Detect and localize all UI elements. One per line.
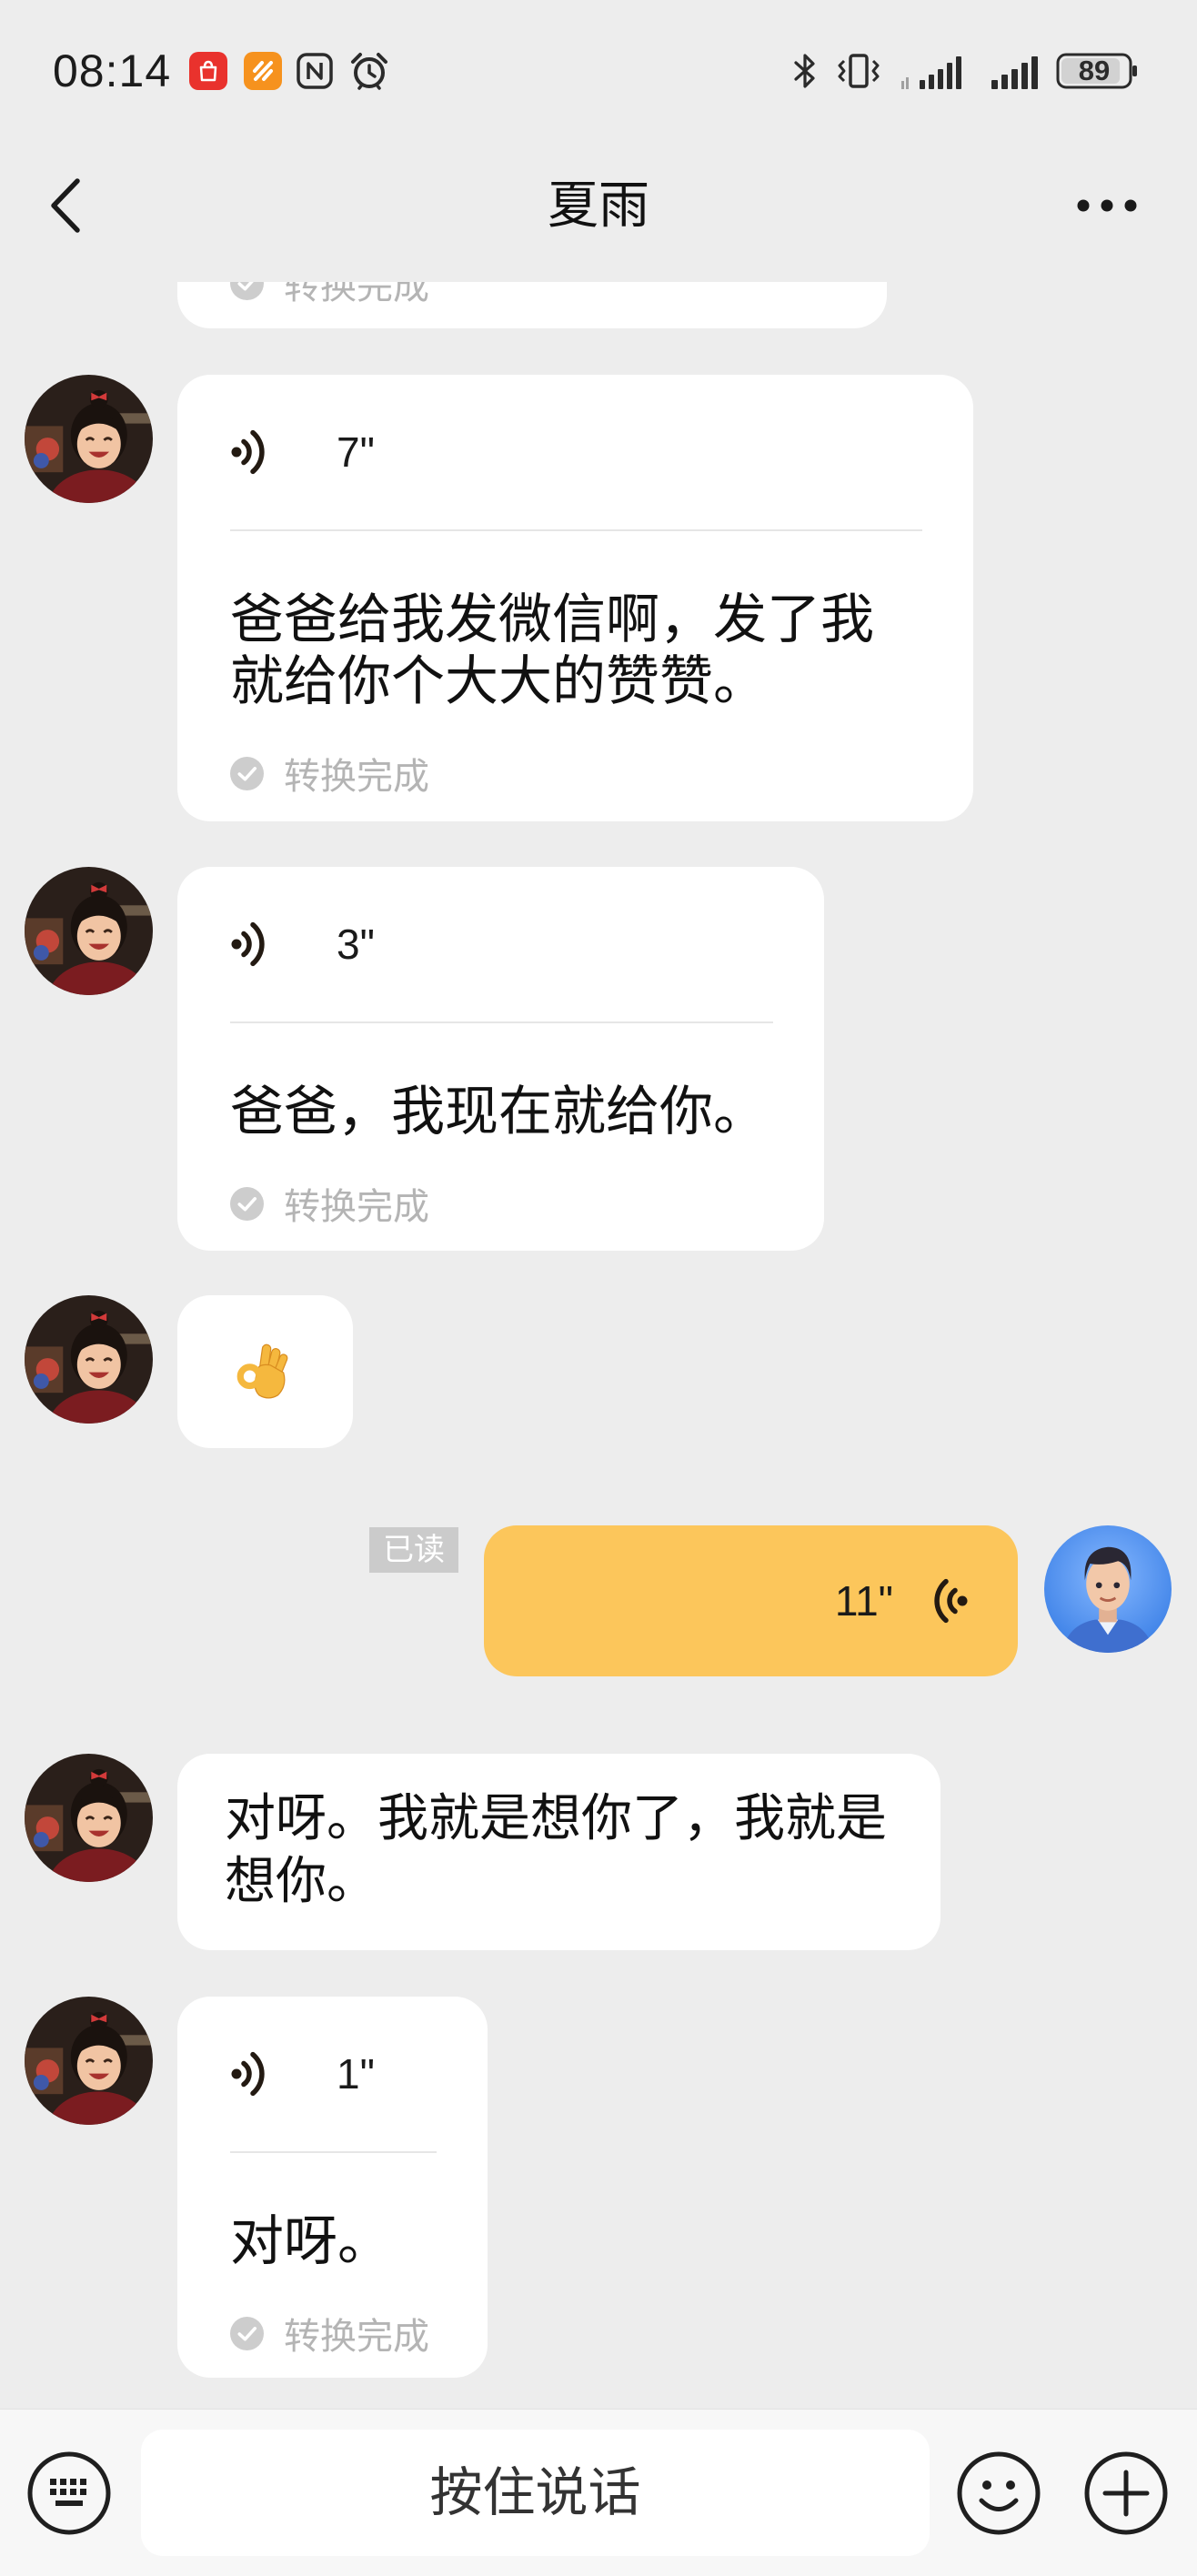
- voice-player[interactable]: 1": [230, 1997, 437, 2151]
- voice-transcript: 爸爸，我现在就给你。: [230, 1081, 773, 1142]
- chat-title: 夏雨: [548, 176, 649, 234]
- voice-duration: 7": [337, 428, 375, 476]
- status-time: 08:14: [53, 45, 172, 96]
- contact-avatar-image: [25, 1754, 153, 1882]
- battery-percent: 89: [1078, 55, 1111, 86]
- transcription-status-label: 转换完成: [284, 2317, 429, 2357]
- emoji-message-bubble[interactable]: [177, 1295, 353, 1448]
- divider: [230, 2151, 437, 2153]
- vibrate-icon: [838, 54, 880, 88]
- voice-transcript: 对呀。: [230, 2210, 437, 2272]
- alarm-icon: [351, 53, 387, 90]
- transcript-line: 对呀。: [230, 2211, 392, 2271]
- contact-avatar-image: [25, 867, 153, 995]
- more-button[interactable]: [1061, 151, 1152, 260]
- ok-hand-icon: [236, 1343, 288, 1399]
- smiley-icon: [957, 2451, 1041, 2535]
- voice-duration: 3": [337, 921, 375, 968]
- chevron-left-icon: [51, 178, 80, 233]
- transcript-line: 爸爸给我发微信啊，发了我: [230, 589, 875, 649]
- check-circle-icon: [230, 2317, 264, 2350]
- keyboard-toggle-button[interactable]: [26, 2450, 112, 2536]
- voice-message-bubble[interactable]: 1" 对呀。 转换完成: [177, 1997, 488, 2378]
- message-line: 想你。: [225, 1852, 377, 1909]
- transcription-status-label: 转换完成: [284, 1187, 429, 1227]
- voice-wave-icon: [230, 424, 268, 480]
- contact-avatar-image: [25, 1997, 153, 2125]
- text-message-bubble[interactable]: 对呀。我就是想你了，我就是 想你。: [177, 1754, 940, 1950]
- top-chrome: 08:14 89 夏雨: [0, 0, 1197, 282]
- voice-player[interactable]: 7": [230, 375, 922, 529]
- composer-bar: 按住说话: [0, 2409, 1197, 2576]
- avatar[interactable]: [25, 1997, 153, 2125]
- nfc-icon: [297, 53, 333, 89]
- status-bar: 08:14 89: [0, 0, 1197, 133]
- contact-avatar-image: [25, 375, 153, 503]
- voice-message-bubble[interactable]: 3" 爸爸，我现在就给你。 转换完成: [177, 867, 824, 1251]
- voice-transcript: 爸爸给我发微信啊，发了我 就给你个大大的赞赞。: [230, 589, 922, 712]
- orange-app-icon: [244, 52, 282, 90]
- avatar[interactable]: [25, 1295, 153, 1424]
- check-circle-icon: [230, 757, 264, 790]
- voice-player[interactable]: 3": [230, 867, 773, 1021]
- voice-wave-icon: [230, 916, 268, 972]
- more-actions-button[interactable]: [1083, 2450, 1169, 2536]
- hold-to-talk-button[interactable]: 按住说话: [141, 2430, 930, 2556]
- my-avatar-image: [1044, 1525, 1172, 1653]
- transcription-status: 转换完成: [230, 1176, 773, 1231]
- contact-avatar-image: [25, 1295, 153, 1424]
- chat-header: 夏雨: [0, 133, 1197, 278]
- transcript-line: 爸爸，我现在就给你。: [230, 1082, 768, 1142]
- voice-wave-icon: [230, 2046, 268, 2102]
- voice-duration: 11": [834, 1577, 893, 1625]
- message-text: 对呀。我就是想你了，我就是 想你。: [225, 1786, 904, 1912]
- more-dots-icon: [1077, 199, 1137, 212]
- back-button[interactable]: [18, 151, 113, 260]
- divider: [230, 1021, 773, 1023]
- avatar[interactable]: [1044, 1525, 1172, 1653]
- avatar[interactable]: [25, 867, 153, 995]
- keyboard-icon: [27, 2451, 111, 2535]
- avatar[interactable]: [25, 375, 153, 503]
- plus-circle-icon: [1084, 2451, 1168, 2535]
- voice-message-bubble[interactable]: 11": [484, 1525, 1018, 1676]
- voice-message-bubble[interactable]: 7" 爸爸给我发微信啊，发了我 就给你个大大的赞赞。 转换完成: [177, 375, 973, 821]
- huawei-appgallery-icon: [189, 52, 227, 90]
- voice-duration: 1": [337, 2050, 375, 2098]
- check-circle-icon: [230, 1187, 264, 1221]
- message-line: 对呀。我就是想你了，我就是: [225, 1789, 887, 1846]
- bluetooth-icon: [794, 54, 815, 88]
- signal-icon: [901, 56, 961, 89]
- transcription-status: 转换完成: [230, 2306, 437, 2360]
- voice-wave-icon: [930, 1573, 969, 1629]
- emoji-button[interactable]: [956, 2450, 1041, 2536]
- divider: [230, 529, 922, 531]
- transcription-status-label: 转换完成: [284, 757, 429, 797]
- read-receipt-badge: 已读: [369, 1527, 458, 1573]
- avatar[interactable]: [25, 1754, 153, 1882]
- transcription-status: 转换完成: [230, 746, 922, 800]
- signal-icon: [991, 56, 1038, 89]
- transcript-line: 就给你个大大的赞赞。: [230, 651, 768, 711]
